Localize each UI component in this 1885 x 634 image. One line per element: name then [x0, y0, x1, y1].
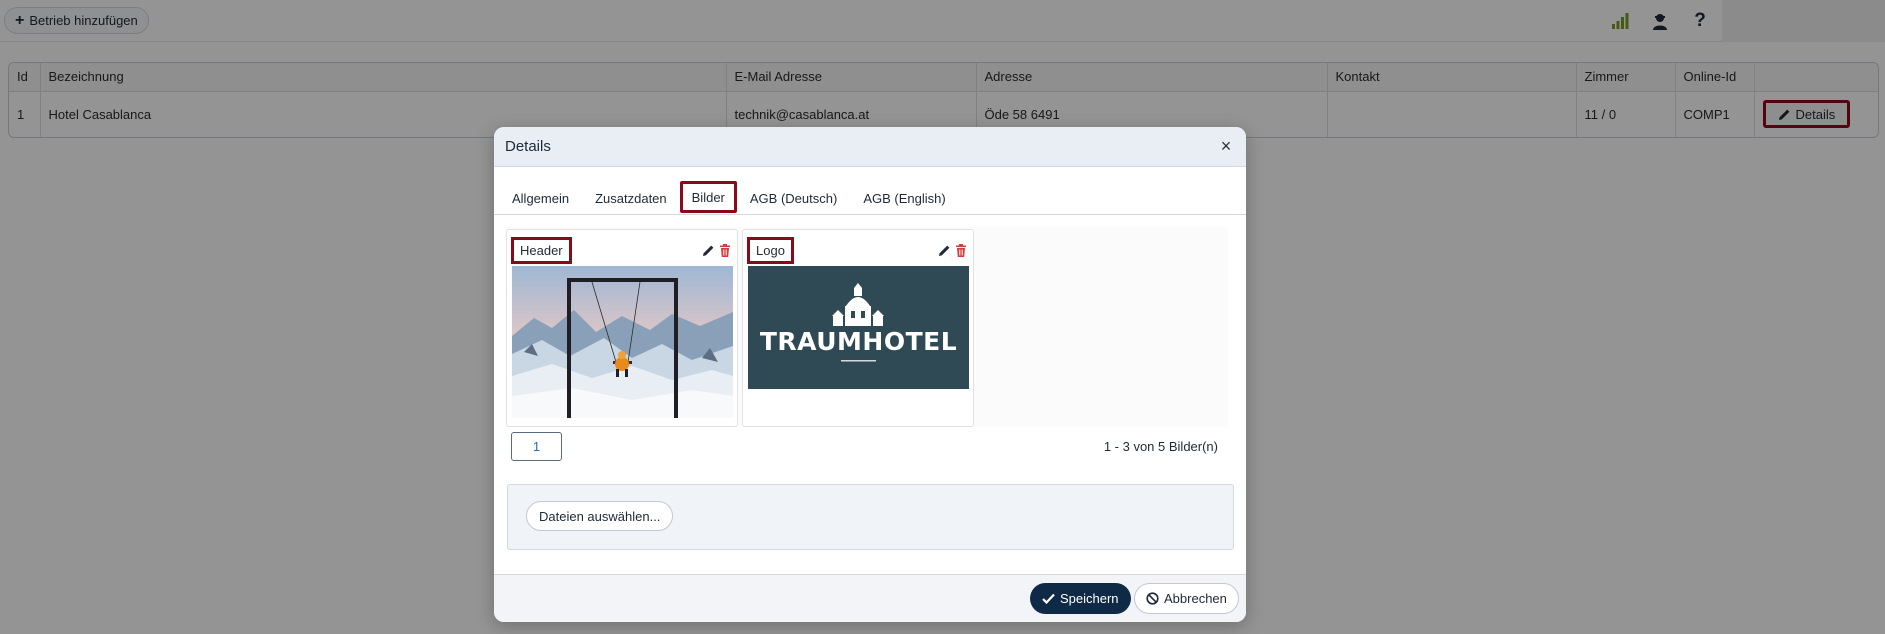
save-label: Speichern: [1060, 591, 1119, 606]
cancel-button[interactable]: Abbrechen: [1134, 583, 1239, 614]
logo-image: TRAUMHOTEL: [748, 266, 969, 389]
choose-files-button[interactable]: Dateien auswählen...: [526, 501, 674, 531]
card-header: Header: [511, 236, 731, 264]
pencil-icon[interactable]: [702, 244, 715, 257]
pagination-info: 1 - 3 von 5 Bilder(n): [1103, 439, 1218, 454]
save-button[interactable]: Speichern: [1030, 583, 1131, 614]
dialog-footer: Speichern Abbrechen: [494, 574, 1246, 622]
image-gallery: Header Logo TRAUMHOTEL: [506, 227, 1228, 427]
card-actions: [938, 243, 967, 257]
image-card-logo: Logo TRAUMHOTEL: [742, 229, 974, 427]
cancel-label: Abbrechen: [1164, 591, 1227, 606]
dialog-header: Details ×: [494, 127, 1246, 167]
trash-icon[interactable]: [719, 243, 731, 257]
tab-allgemein[interactable]: Allgemein: [499, 182, 582, 214]
tab-zusatzdaten[interactable]: Zusatzdaten: [582, 182, 680, 214]
tab-bilder[interactable]: Bilder: [679, 181, 737, 213]
card-header: Logo: [747, 236, 967, 264]
pencil-icon[interactable]: [938, 244, 951, 257]
image-label: Logo: [747, 236, 794, 264]
card-actions: [702, 243, 731, 257]
dialog-title: Details: [505, 138, 551, 155]
tab-agb-english[interactable]: AGB (English): [850, 182, 958, 214]
ban-icon: [1146, 592, 1159, 605]
logo-text: TRAUMHOTEL: [760, 327, 957, 356]
image-card-header: Header: [506, 229, 738, 427]
close-icon[interactable]: ×: [1216, 136, 1236, 157]
check-icon: [1042, 593, 1055, 604]
header-image: [512, 266, 733, 418]
tab-agb-deutsch[interactable]: AGB (Deutsch): [737, 182, 850, 214]
upload-area: Dateien auswählen...: [507, 484, 1234, 550]
tab-bar: Allgemein Zusatzdaten Bilder AGB (Deutsc…: [494, 177, 1246, 215]
details-dialog: Details × Allgemein Zusatzdaten Bilder A…: [494, 127, 1246, 622]
trash-icon[interactable]: [955, 243, 967, 257]
pagination-page-button[interactable]: 1: [511, 432, 562, 461]
image-label: Header: [511, 236, 572, 264]
